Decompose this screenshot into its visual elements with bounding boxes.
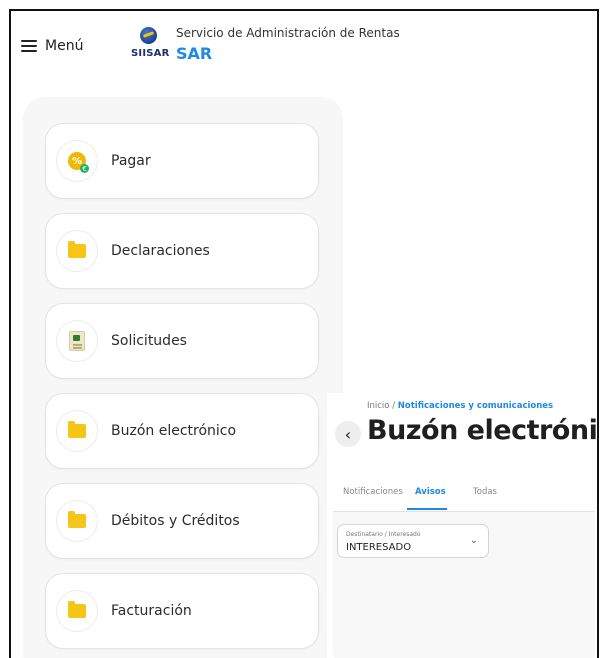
- chevron-left-icon: ‹: [344, 424, 352, 444]
- tab-notificaciones[interactable]: Notificaciones: [343, 487, 403, 497]
- select-value: INTERESADO: [346, 542, 412, 553]
- coin-icon: % €: [56, 140, 98, 182]
- folder-icon: [56, 590, 98, 632]
- app-header: Menú SIISAR Servicio de Administración d…: [11, 11, 409, 79]
- menu-card-label: Buzón electrónico: [111, 423, 237, 439]
- menu-card-solicitudes[interactable]: Solicitudes: [45, 303, 319, 379]
- menu-card-pagar[interactable]: % € Pagar: [45, 123, 319, 199]
- tabs-container: Notificaciones Avisos Todas Destinatario…: [333, 468, 595, 658]
- buzon-inset-screenshot: Inicio / Notificaciones y comunicaciones…: [327, 393, 598, 658]
- menu-button[interactable]: Menú: [21, 35, 83, 57]
- document-icon: [56, 320, 98, 362]
- logo-text: SIISAR: [131, 48, 170, 59]
- folder-icon: [56, 230, 98, 272]
- menu-label: Menú: [45, 38, 84, 54]
- globe-icon: [140, 27, 157, 44]
- menu-card-facturacion[interactable]: Facturación: [45, 573, 319, 649]
- menu-card-declaraciones[interactable]: Declaraciones: [45, 213, 319, 289]
- folder-icon: [56, 410, 98, 452]
- tab-avisos[interactable]: Avisos: [415, 487, 446, 497]
- screenshot-frame: Menú SIISAR Servicio de Administración d…: [9, 9, 599, 658]
- select-label: Destinatario / Interesado: [346, 531, 421, 538]
- tab-bar: Notificaciones Avisos Todas: [333, 468, 595, 512]
- menu-card-label: Declaraciones: [111, 243, 210, 259]
- org-name: Servicio de Administración de Rentas: [176, 26, 400, 40]
- breadcrumb-separator: /: [392, 401, 396, 411]
- folder-icon: [56, 500, 98, 542]
- menu-card-label: Facturación: [111, 603, 192, 619]
- page-title: Buzón electrónico: [367, 415, 598, 446]
- menu-card-label: Pagar: [111, 153, 151, 169]
- menu-card-debitos-creditos[interactable]: Débitos y Créditos: [45, 483, 319, 559]
- destinatario-select[interactable]: Destinatario / Interesado INTERESADO ⌄: [337, 524, 489, 558]
- tab-todas[interactable]: Todas: [473, 487, 497, 497]
- menu-panel: % € Pagar Declaraciones Solicitudes Buzón…: [23, 97, 343, 658]
- menu-card-buzon-electronico[interactable]: Buzón electrónico: [45, 393, 319, 469]
- breadcrumb-current[interactable]: Notificaciones y comunicaciones: [398, 401, 553, 411]
- menu-card-label: Solicitudes: [111, 333, 187, 349]
- back-button[interactable]: ‹: [335, 421, 361, 447]
- active-tab-indicator: [407, 508, 447, 510]
- hamburger-icon: [21, 40, 37, 52]
- siisar-logo[interactable]: SIISAR: [131, 27, 170, 69]
- org-short-name: SAR: [176, 44, 213, 63]
- header-right-area: [409, 11, 597, 79]
- menu-card-label: Débitos y Créditos: [111, 513, 240, 529]
- breadcrumb-home[interactable]: Inicio: [367, 401, 390, 411]
- breadcrumb: Inicio / Notificaciones y comunicaciones: [367, 401, 553, 411]
- chevron-down-icon: ⌄: [469, 535, 478, 546]
